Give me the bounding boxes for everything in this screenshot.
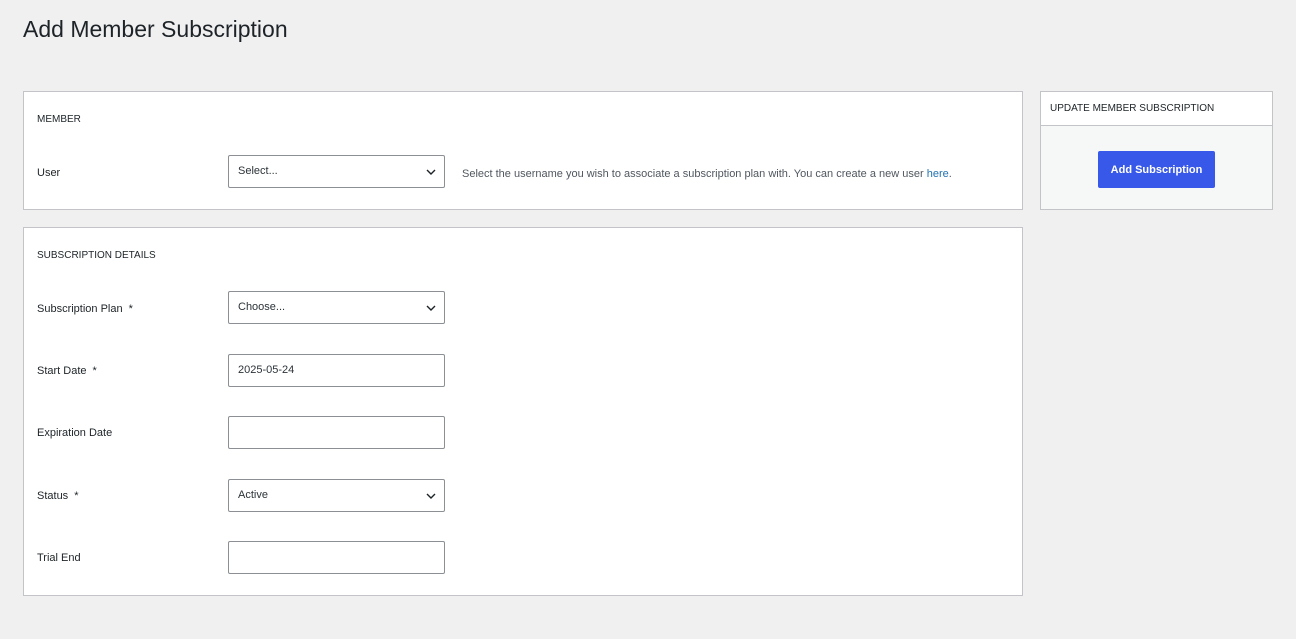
user-select-value: Select... xyxy=(238,165,278,177)
chevron-down-icon xyxy=(426,169,436,175)
subscription-plan-select[interactable]: Choose... xyxy=(228,291,445,324)
user-help-text: Select the username you wish to associat… xyxy=(462,168,952,180)
expiration-date-label: Expiration Date xyxy=(37,427,113,439)
user-select[interactable]: Select... xyxy=(228,155,445,188)
page-title: Add Member Subscription xyxy=(23,16,288,42)
required-mark: * xyxy=(74,490,79,502)
add-subscription-button[interactable]: Add Subscription xyxy=(1098,151,1215,188)
subscription-plan-value: Choose... xyxy=(238,301,286,313)
status-value: Active xyxy=(238,489,268,501)
subscription-details-card: SUBSCRIPTION DETAILS Subscription Plan * … xyxy=(23,227,1023,596)
expiration-date-input[interactable] xyxy=(228,416,445,449)
member-section-heading: MEMBER xyxy=(37,114,81,125)
side-panel-header: UPDATE MEMBER SUBSCRIPTION xyxy=(1041,92,1272,126)
status-label: Status * xyxy=(37,490,79,502)
create-user-link[interactable]: here xyxy=(927,168,949,180)
trial-end-label: Trial End xyxy=(37,552,81,564)
side-panel-heading: UPDATE MEMBER SUBSCRIPTION xyxy=(1050,103,1215,114)
chevron-down-icon xyxy=(426,305,436,311)
trial-end-input[interactable] xyxy=(228,541,445,574)
status-select[interactable]: Active xyxy=(228,479,445,512)
user-label: User xyxy=(37,167,61,179)
required-mark: * xyxy=(128,303,133,315)
chevron-down-icon xyxy=(426,493,436,499)
member-card: MEMBER User Select... Select the usernam… xyxy=(23,91,1023,210)
start-date-label: Start Date * xyxy=(37,365,97,377)
subscription-plan-label: Subscription Plan * xyxy=(37,303,133,315)
update-subscription-panel: UPDATE MEMBER SUBSCRIPTION Add Subscript… xyxy=(1040,91,1273,210)
details-section-heading: SUBSCRIPTION DETAILS xyxy=(37,250,156,261)
start-date-input[interactable]: 2025-05-24 xyxy=(228,354,445,387)
required-mark: * xyxy=(92,365,97,377)
